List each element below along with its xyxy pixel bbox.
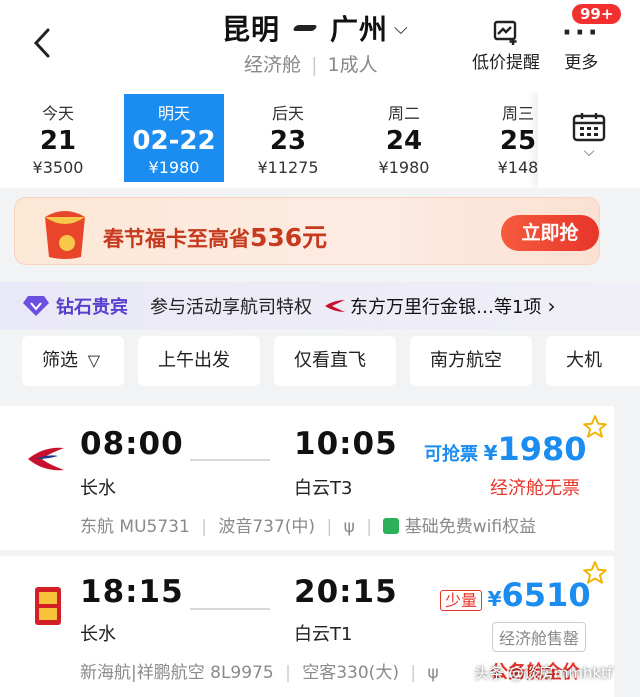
- filter-chip-china-southern[interactable]: 南方航空: [410, 336, 532, 386]
- vip-airline-perk: 东方万里行金银…等1项: [350, 297, 542, 318]
- calendar-icon: [572, 113, 606, 142]
- date-tab[interactable]: 周二 24 ¥1980: [354, 94, 454, 182]
- spring-festival-promo-banner[interactable]: 春节福卡至高省536元 立即抢: [14, 197, 600, 265]
- filter-chip-direct[interactable]: 仅看直飞: [274, 336, 396, 386]
- date-price: ¥1980: [148, 158, 200, 177]
- limited-seats-tag: 少量: [440, 590, 483, 611]
- cabin-passenger-info[interactable]: 经济舱 | 1成人: [244, 50, 378, 77]
- departure-time: 18:15: [80, 574, 184, 610]
- date-tab-selected[interactable]: 明天 02-22 ¥1980: [124, 94, 224, 182]
- flight-card[interactable]: 08:00 长水 10:05 白云T3 可抢票 ¥1980 经济舱无票 东航 M…: [0, 406, 614, 550]
- price-alert-label: 低价提醒: [472, 53, 540, 73]
- chevron-down-icon: ⌵: [583, 144, 595, 160]
- flight-duration-line: [190, 459, 270, 461]
- aircraft-type: 波音737(中): [218, 517, 316, 537]
- date-day: 24: [385, 126, 423, 156]
- filter-button[interactable]: 筛选 ▽: [22, 336, 124, 386]
- watermark: 头条 @谈房mmhktf: [474, 664, 613, 682]
- meal-icon: ψ: [343, 517, 355, 537]
- calendar-button[interactable]: ⌵: [538, 92, 640, 188]
- top-bar: 昆明 广州 ⌵ 经济舱 | 1成人 低价提醒 ··· 更多 99+: [0, 0, 640, 92]
- promo-amount: 536元: [250, 223, 328, 252]
- passenger-count: 1成人: [327, 54, 378, 76]
- date-day: 21: [39, 126, 77, 156]
- wifi-benefit: 基础免费wifi权益: [404, 517, 537, 537]
- diamond-icon: [23, 296, 49, 316]
- date-day: 02-22: [132, 126, 216, 156]
- vip-title: 钻石贵宾: [56, 297, 128, 318]
- notification-badge: 99+: [572, 4, 622, 24]
- back-button[interactable]: [28, 26, 58, 60]
- origin-city: 昆明: [222, 13, 281, 46]
- availability-status: 经济舱无票: [490, 478, 580, 499]
- date-price: ¥1980: [378, 158, 430, 177]
- arrival-airport: 白云T1: [294, 624, 353, 645]
- filter-bar: 筛选 ▽ 上午出发 仅看直飞 南方航空 大机: [0, 336, 640, 396]
- route-arrow-icon: [292, 25, 318, 31]
- funnel-icon: ▽: [87, 351, 101, 370]
- airline-flight-number: 新海航|祥鹏航空 8L9975: [80, 663, 274, 683]
- lucky-air-logo-icon: [35, 587, 61, 625]
- filter-chip-morning[interactable]: 上午出发: [138, 336, 260, 386]
- more-label: 更多: [564, 53, 599, 73]
- wifi-icon: [383, 518, 400, 534]
- vip-banner[interactable]: 钻石贵宾 参与活动享航司特权 东方万里行金银…等1项 ›: [0, 282, 640, 330]
- currency-symbol: ¥: [483, 441, 498, 465]
- chevron-down-icon: ⌵: [394, 17, 409, 39]
- date-weekday: 明天: [157, 104, 190, 123]
- flight-meta: 新海航|祥鹏航空 8L9975 | 空客330(大) | ψ: [80, 663, 439, 683]
- meal-icon: ψ: [427, 663, 439, 683]
- favorite-star-icon[interactable]: [582, 414, 608, 440]
- date-price: ¥3500: [32, 158, 84, 177]
- grab-ticket-tag: 可抢票: [424, 444, 478, 465]
- flight-price: 少量 ¥6510: [440, 576, 591, 614]
- cabin-class: 经济舱: [244, 54, 302, 76]
- promo-text: 春节福卡至高省536元: [103, 223, 328, 252]
- red-envelope-icon: [45, 211, 85, 259]
- favorite-star-icon[interactable]: [582, 560, 608, 586]
- airline-flight-number: 东航 MU5731: [80, 517, 190, 537]
- filter-label: 筛选: [42, 350, 78, 371]
- back-arrow-icon: [33, 28, 50, 58]
- filter-chip-large-aircraft[interactable]: 大机: [546, 336, 640, 386]
- flight-price: 可抢票 ¥1980: [424, 430, 587, 468]
- date-tab[interactable]: 后天 23 ¥11275: [238, 94, 338, 182]
- departure-airport: 长水: [80, 478, 116, 499]
- date-tab[interactable]: 今天 21 ¥3500: [8, 94, 108, 182]
- price-amount: 1980: [497, 430, 587, 468]
- price-amount: 6510: [501, 576, 591, 614]
- flight-duration-line: [190, 608, 270, 610]
- date-weekday: 周二: [387, 104, 420, 123]
- sold-out-status: 经济舱售罄: [492, 622, 587, 652]
- vip-description: 参与活动享航司特权: [150, 297, 312, 318]
- route-selector[interactable]: 昆明 广州 ⌵: [222, 8, 409, 48]
- date-selector: 今天 21 ¥3500 明天 02-22 ¥1980 后天 23 ¥11275 …: [0, 92, 640, 188]
- arrival-airport: 白云T3: [294, 478, 353, 499]
- date-weekday: 今天: [41, 104, 74, 123]
- destination-city: 广州: [330, 13, 389, 46]
- flight-meta: 东航 MU5731 | 波音737(中) | ψ | 基础免费wifi权益: [80, 517, 537, 537]
- aircraft-type: 空客330(大): [302, 663, 399, 683]
- departure-time: 08:00: [80, 426, 184, 462]
- currency-symbol: ¥: [487, 587, 502, 611]
- arrival-time: 20:15: [294, 574, 398, 610]
- grab-now-button[interactable]: 立即抢: [501, 215, 599, 251]
- arrival-time: 10:05: [294, 426, 398, 462]
- more-button[interactable]: ··· 更多: [562, 18, 601, 73]
- china-eastern-logo-icon: [28, 447, 64, 471]
- price-alert-icon: [493, 20, 517, 45]
- date-price: ¥11275: [257, 158, 319, 177]
- departure-airport: 长水: [80, 624, 116, 645]
- china-eastern-logo-icon: [325, 300, 345, 312]
- date-weekday: 后天: [271, 104, 304, 123]
- chevron-right-icon: ›: [547, 294, 556, 318]
- price-alert-button[interactable]: 低价提醒: [472, 18, 540, 73]
- date-day: 23: [269, 126, 307, 156]
